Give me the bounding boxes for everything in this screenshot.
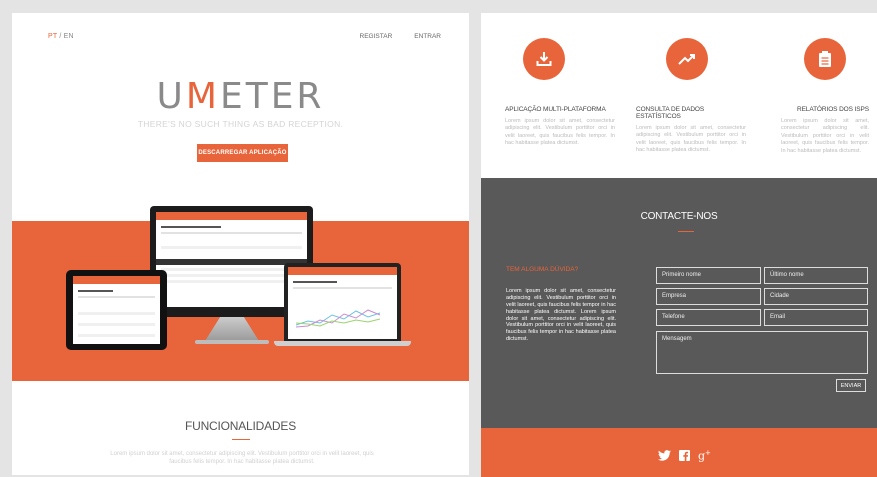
feature-text: Lorem ipsum dolor sit amet, consectetur … [636,125,746,154]
tablet-illustration [66,270,167,350]
mini-line [161,232,302,234]
laptop-base [274,341,411,346]
first-name-field[interactable]: Primeiro nome [656,267,761,284]
laptop-screen [288,267,397,339]
lang-en[interactable]: EN [64,33,74,40]
feature-multiplatform: APLICAÇÃO MULTI-PLATAFORMA Lorem ipsum d… [505,38,615,148]
mini-header [288,267,397,275]
features-description: Lorem ipsum dolor sit amet, consectetur … [110,451,374,466]
phone-field[interactable]: Telefone [656,309,761,326]
tablet-screen [73,276,160,344]
city-field[interactable]: Cidade [764,288,868,305]
laptop-illustration [284,263,401,341]
google-plus-icon[interactable]: g+ [698,449,711,463]
feature-statistics: CONSULTA DE DADOS ESTATÍSTICOS Lorem ips… [636,38,746,155]
question-heading: TEM ALGUMA DÚVIDA? [506,266,579,273]
mini-row [78,323,155,326]
tagline: THERE'S NO SUCH THING AS BAD RECEPTION. [137,119,344,129]
download-app-button[interactable]: DESCARREGAR APLICAÇÃO [197,144,288,162]
feature-title: APLICAÇÃO MULTI-PLATAFORMA [505,106,606,113]
language-switch: PT / EN [48,33,74,40]
feature-title: CONSULTA DE DADOS ESTATÍSTICOS [636,106,705,120]
feature-reports: RELATÓRIOS DOS ISPS Lorem ipsum dolor si… [781,38,869,155]
logo-rest: ETER [219,76,325,117]
monitor-stand-base [195,340,269,344]
mini-row [161,246,302,249]
email-field[interactable]: Email [764,309,868,326]
facebook-icon[interactable] [679,450,690,462]
mini-row [161,268,302,271]
mini-line-chart [295,309,381,328]
company-field[interactable]: Empresa [656,288,761,305]
twitter-icon[interactable] [658,450,671,462]
canvas: PT / EN REGISTAR ENTRAR UMETER THERE'S N… [0,0,877,477]
clipboard-icon [804,38,846,80]
landing-page-top: PT / EN REGISTAR ENTRAR UMETER THERE'S N… [12,13,469,475]
mini-line [293,287,392,289]
download-icon [523,38,565,80]
send-button[interactable]: ENVIAR [836,379,866,392]
lang-pt[interactable]: PT [48,33,57,40]
feature-title: RELATÓRIOS DOS ISPS [796,106,869,113]
register-link[interactable]: REGISTAR [360,33,393,40]
mini-title [161,226,222,228]
mini-row [78,334,155,337]
login-link[interactable]: ENTRAR [414,33,441,40]
message-field[interactable]: Mensagem [656,331,868,374]
feature-text: Lorem ipsum dolor sit amet, consectetur … [781,118,869,154]
mini-header [156,212,307,220]
mini-row [78,312,155,315]
question-text: Lorem ipsum dolor sit amet, consectetur … [506,288,616,343]
logo-u: U [156,76,186,117]
top-nav: REGISTAR ENTRAR [360,33,441,40]
features-title: FUNCIONALIDADES [184,419,297,433]
mini-header [73,276,160,284]
feature-text: Lorem ipsum dolor sit amet, consectetur … [505,118,615,147]
features-underline [232,439,250,440]
mini-title [293,281,337,283]
mini-row [161,280,302,283]
contact-title: CONTACTE-NOS [640,211,718,222]
landing-page-bottom: APLICAÇÃO MULTI-PLATAFORMA Lorem ipsum d… [481,13,877,477]
umeter-logo: UMETER [12,76,469,117]
last-name-field[interactable]: Último nome [764,267,868,284]
mini-row [161,274,302,277]
logo-m: M [185,76,220,117]
social-links: g+ [658,449,711,463]
contact-underline [678,231,694,232]
trend-icon [666,38,708,80]
mini-title [78,290,113,292]
mini-line [78,296,155,298]
